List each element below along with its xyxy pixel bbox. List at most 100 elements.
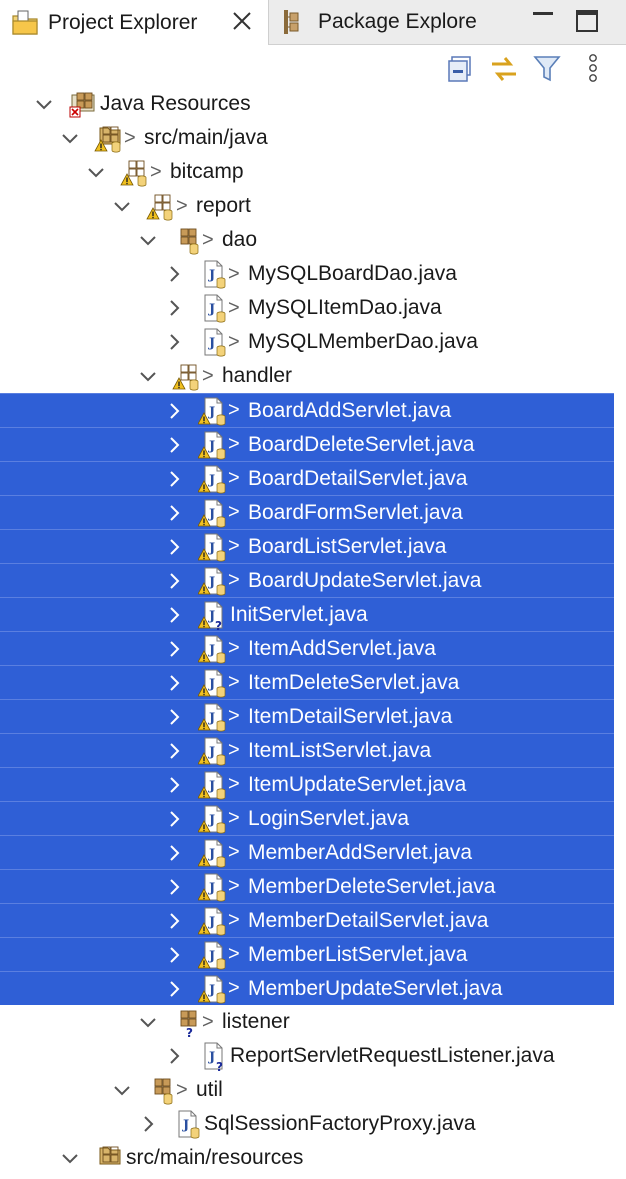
java-file-warning-icon: J [197,430,228,460]
chevron-down-icon[interactable] [34,94,54,114]
tree-item[interactable]: J > ItemDeleteServlet.java [0,665,614,699]
chevron-right-icon[interactable] [164,469,184,489]
chevron-down-icon[interactable] [112,196,132,216]
chevron-right-icon[interactable] [164,979,184,999]
tree-item[interactable]: J > MemberDetailServlet.java [0,903,614,937]
tab-package-explorer[interactable]: Package Explore [270,0,510,44]
tree-item-label: bitcamp [170,160,244,183]
chevron-right-icon[interactable] [164,707,184,727]
tab-label: Package Explore [318,10,477,33]
svg-text:J: J [208,677,215,692]
chevron-right-icon[interactable] [164,503,184,523]
maximize-icon[interactable] [574,8,600,34]
chevron-down-icon[interactable] [112,1080,132,1100]
chevron-down-icon[interactable] [138,1012,158,1032]
package-icon [146,1075,176,1105]
chevron-right-icon[interactable] [164,1046,184,1066]
tree-item[interactable]: src/main/resources [0,1141,614,1175]
tree-item[interactable]: > src/main/java [0,121,614,155]
tree-item-label: dao [222,228,258,251]
outgoing-change-marker: > [228,773,240,795]
chevron-right-icon[interactable] [164,605,184,625]
chevron-right-icon[interactable] [164,809,184,829]
tree-item[interactable]: > report [0,189,614,223]
chevron-right-icon[interactable] [164,571,184,591]
chevron-right-icon[interactable] [164,298,184,318]
chevron-right-icon[interactable] [164,741,184,761]
tree-item[interactable]: J > BoardDetailServlet.java [0,461,614,495]
chevron-right-icon[interactable] [164,945,184,965]
chevron-right-icon[interactable] [164,911,184,931]
tree-item[interactable]: J > BoardUpdateServlet.java [0,563,614,597]
outgoing-change-marker: > [228,943,240,965]
chevron-right-icon[interactable] [164,264,184,284]
tree-item[interactable]: J > MySQLMemberDao.java [0,325,614,359]
chevron-down-icon[interactable] [138,366,158,386]
tree-item[interactable]: > util [0,1073,614,1107]
chevron-down-icon[interactable] [60,128,80,148]
tree-item[interactable]: J > MemberAddServlet.java [0,835,614,869]
tree-item[interactable]: J > MySQLItemDao.java [0,291,614,325]
tree-item[interactable]: Java Resources [0,87,614,121]
chevron-right-icon[interactable] [164,673,184,693]
tree-item[interactable]: > bitcamp [0,155,614,189]
java-file-warning-icon: J [197,974,228,1004]
tree-item[interactable]: J > MySQLBoardDao.java [0,257,614,291]
chevron-right-icon[interactable] [164,775,184,795]
tree-item[interactable]: J > ItemUpdateServlet.java [0,767,614,801]
chevron-right-icon[interactable] [164,537,184,557]
minimize-icon[interactable] [530,8,556,34]
tree-item[interactable]: J > BoardListServlet.java [0,529,614,563]
svg-text:J: J [208,507,215,522]
svg-text:J: J [182,1118,189,1133]
view-toolbar [0,52,626,86]
tree-item-label: ItemAddServlet.java [248,636,436,660]
outgoing-change-marker: > [202,228,214,251]
tree-item[interactable]: J SqlSessionFactoryProxy.java [0,1107,614,1141]
collapse-all-icon[interactable] [446,52,476,86]
link-with-editor-icon[interactable] [488,52,518,86]
chevron-right-icon[interactable] [164,843,184,863]
java-file-icon: J [172,1109,202,1139]
tree-item[interactable]: J > ItemAddServlet.java [0,631,614,665]
chevron-right-icon[interactable] [164,877,184,897]
package-warning-icon [146,191,176,221]
chevron-right-icon[interactable] [164,639,184,659]
tree-item[interactable]: ? > listener [0,1005,614,1040]
close-icon[interactable] [230,9,254,33]
tab-project-explorer[interactable]: Project Explorer [0,0,269,45]
chevron-right-icon[interactable] [164,435,184,455]
svg-text:J: J [208,473,215,488]
tree-item[interactable]: J > MemberUpdateServlet.java [0,971,614,1005]
tree-item[interactable]: > handler [0,359,614,393]
outgoing-change-marker: > [176,1078,188,1101]
chevron-right-icon[interactable] [138,1114,158,1134]
tree-item-label: BoardDeleteServlet.java [248,432,475,456]
outgoing-change-marker: > [228,399,240,421]
tree-item[interactable]: J > ItemListServlet.java [0,733,614,767]
tree-item[interactable]: J > MemberListServlet.java [0,937,614,971]
chevron-down-icon[interactable] [60,1148,80,1168]
java-file-warning-icon: J [197,464,228,494]
tree-item-label: MemberAddServlet.java [248,840,473,864]
view-menu-icon[interactable] [578,52,608,86]
tree-item-label: MemberListServlet.java [248,942,468,966]
filter-icon[interactable] [532,52,562,86]
outgoing-change-marker: > [228,977,240,999]
tree-item[interactable]: J ? InitServlet.java [0,597,614,633]
outgoing-change-marker: > [228,501,240,523]
chevron-right-icon[interactable] [164,401,184,421]
tree-item[interactable]: J > MemberDeleteServlet.java [0,869,614,903]
tree-item[interactable]: J > BoardFormServlet.java [0,495,614,529]
tree-item[interactable]: J > ItemDetailServlet.java [0,699,614,733]
tree-item[interactable]: J > BoardAddServlet.java [0,393,614,427]
chevron-down-icon[interactable] [138,230,158,250]
java-file-warning-icon: J [197,668,228,698]
chevron-down-icon[interactable] [86,162,106,182]
outgoing-change-marker: > [228,433,240,455]
tree-item[interactable]: J > LoginServlet.java [0,801,614,835]
chevron-right-icon[interactable] [164,332,184,352]
tree-item[interactable]: J? ReportServletRequestListener.java [0,1039,614,1074]
tree-item[interactable]: J > BoardDeleteServlet.java [0,427,614,461]
tree-item[interactable]: > dao [0,223,614,257]
